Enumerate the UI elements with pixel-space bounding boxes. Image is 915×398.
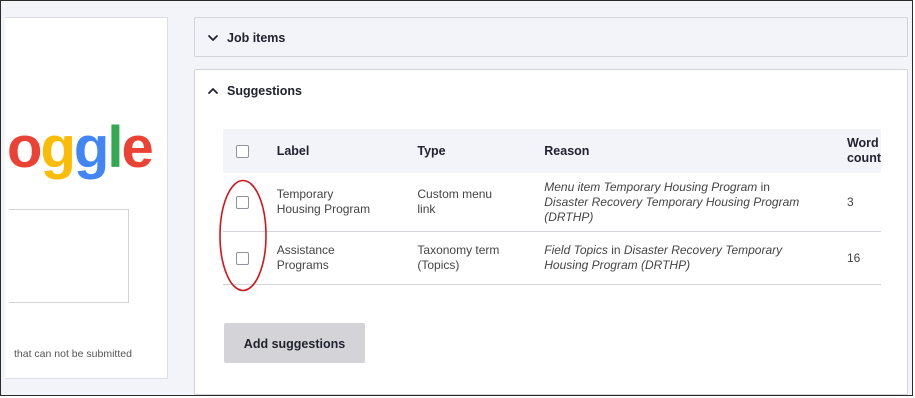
- header-label[interactable]: Label: [264, 129, 406, 173]
- table-row: Temporary Housing Program Custom menu li…: [223, 173, 881, 232]
- row-word-count: 3: [834, 173, 881, 232]
- header-type[interactable]: Type: [405, 129, 533, 173]
- row-checkbox[interactable]: [236, 195, 249, 209]
- row-word-count: 16: [834, 231, 881, 285]
- header-select-cell: [223, 129, 265, 173]
- row-reason: Field Topics in Disaster Recovery Tempor…: [532, 231, 835, 285]
- chevron-down-icon: [205, 30, 221, 46]
- header-reason[interactable]: Reason: [532, 129, 835, 173]
- suggestions-toggle[interactable]: Suggestions: [205, 70, 302, 111]
- suggestions-table: Label Type Reason Word count Temporary H…: [223, 129, 881, 285]
- row-checkbox[interactable]: [236, 251, 249, 265]
- row-select-cell: [223, 231, 265, 285]
- add-suggestions-button[interactable]: Add suggestions: [224, 323, 365, 363]
- row-label: Assistance Programs: [264, 231, 406, 285]
- header-word-count[interactable]: Word count: [834, 129, 881, 173]
- row-label: Temporary Housing Program: [264, 173, 406, 232]
- row-type: Custom menu link: [405, 173, 533, 232]
- search-input[interactable]: [9, 209, 129, 303]
- job-items-toggle[interactable]: Job items: [205, 18, 285, 58]
- chevron-up-icon: [205, 83, 221, 99]
- header-word-count-line1: Word: [846, 136, 879, 150]
- row-select-cell: [223, 173, 265, 232]
- preview-note: that can not be submitted: [14, 348, 132, 360]
- table-header-row: Label Type Reason Word count: [223, 129, 881, 173]
- select-all-checkbox[interactable]: [236, 144, 249, 158]
- google-logo: oggle: [7, 115, 154, 180]
- screenshot-frame: oggle that can not be submitted Job item…: [0, 0, 913, 396]
- suggestions-label: Suggestions: [227, 83, 303, 98]
- job-items-label: Job items: [227, 31, 286, 45]
- table-row: Assistance Programs Taxonomy term (Topic…: [223, 231, 881, 285]
- search-preview-card: oggle that can not be submitted: [5, 17, 168, 379]
- row-type: Taxonomy term (Topics): [405, 231, 533, 285]
- header-word-count-line2: count: [846, 151, 881, 165]
- row-reason: Menu item Temporary Housing Program in D…: [532, 173, 835, 232]
- job-items-panel: Job items: [194, 17, 908, 57]
- suggestions-panel: Suggestions Label Type Reason Word count: [194, 69, 908, 395]
